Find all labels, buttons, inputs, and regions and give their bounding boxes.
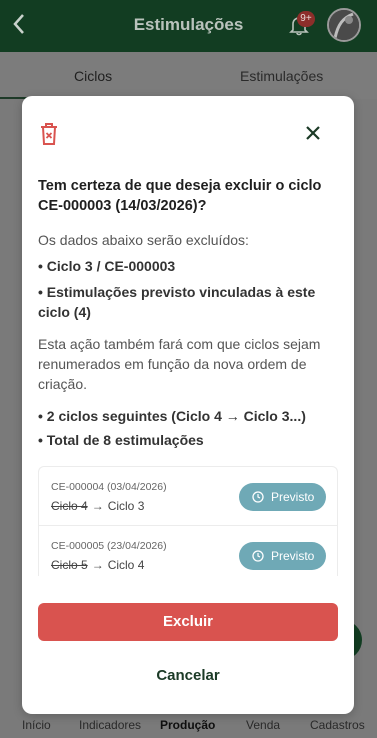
delete-button[interactable]: Excluir (38, 603, 338, 641)
page-title: Estimulações (133, 15, 244, 34)
renumber-text: Esta ação também fará com que ciclos sej… (38, 336, 321, 392)
new-cycle-label: Ciclo 4 (107, 558, 145, 572)
bullet-cycle: • Ciclo 3 / CE-000003 (38, 258, 176, 274)
arrow-icon: → (91, 558, 104, 572)
status-badge: Previsto (239, 542, 326, 570)
cycle-code: CE-000005 (23/04/2026) (51, 540, 167, 552)
cancel-button[interactable]: Cancelar (38, 658, 338, 694)
old-cycle-label: Ciclo 4 (51, 499, 88, 513)
list-item: CE-000005 (23/04/2026) Ciclo 5 → Ciclo 4 P… (39, 525, 337, 576)
new-cycle-label: Ciclo 3 (107, 499, 145, 513)
nav-item-inicio[interactable]: Início (22, 718, 51, 732)
clock-icon (252, 491, 264, 503)
nav-item-venda[interactable]: Venda (246, 718, 280, 732)
notification-badge: 9+ (297, 11, 315, 27)
status-badge: Previsto (239, 483, 326, 511)
status-label: Previsto (271, 490, 315, 504)
tab-estimulacoes[interactable]: Estimulações (240, 68, 323, 84)
nav-item-producao[interactable]: Produção (160, 718, 215, 732)
status-label: Previsto (271, 549, 315, 563)
list-item: CE-000004 (03/04/2026) Ciclo 4 → Ciclo 3 P… (39, 467, 337, 525)
avatar[interactable] (327, 8, 361, 42)
cycle-renumber: Ciclo 4 → Ciclo 3 (51, 499, 144, 513)
nav-item-indicadores[interactable]: Indicadores (79, 718, 141, 732)
bullet-following-cycles: • 2 ciclos seguintes (Ciclo 4 → Ciclo 3.… (38, 408, 306, 424)
bullet-stimulations: • Estimulações previsto vinculadas à est… (38, 284, 316, 320)
nav-item-cadastros[interactable]: Cadastros (310, 718, 365, 732)
affected-cycles-list[interactable]: CE-000004 (03/04/2026) Ciclo 4 → Ciclo 3 P… (38, 466, 338, 576)
app-header: Estimulações 9+ (0, 0, 377, 52)
clock-icon (252, 550, 264, 562)
close-icon[interactable] (304, 124, 322, 142)
bullet-total: • Total de 8 estimulações (38, 432, 204, 448)
tab-ciclos[interactable]: Ciclos (74, 68, 112, 84)
cycle-renumber: Ciclo 5 → Ciclo 4 (51, 558, 144, 572)
tab-bar: Ciclos Estimulações (0, 52, 377, 99)
dialog-heading: Tem certeza de que deseja excluir o cicl… (38, 178, 322, 214)
old-cycle-label: Ciclo 5 (51, 558, 88, 572)
delete-cycle-dialog: Tem certeza de que deseja excluir o cicl… (22, 96, 354, 714)
trash-icon (38, 122, 60, 146)
intro-text: Os dados abaixo serão excluídos: (38, 232, 249, 248)
cycle-code: CE-000004 (03/04/2026) (51, 481, 167, 493)
arrow-icon: → (91, 499, 104, 513)
